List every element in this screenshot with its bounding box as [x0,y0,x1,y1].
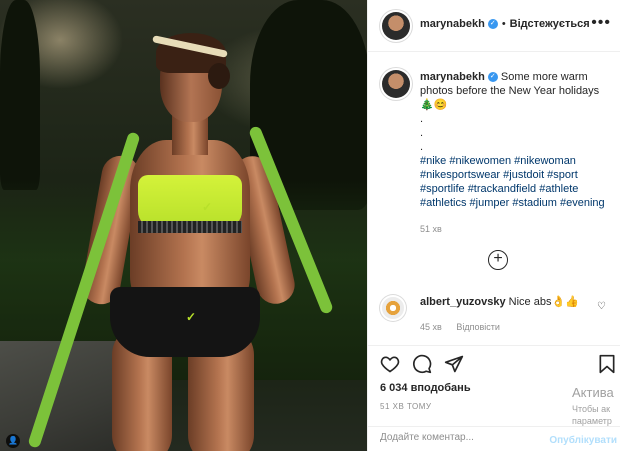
likes-count[interactable]: 6 034 вподобань [380,382,471,394]
watermark-title: Актива [572,385,614,400]
post-sidebar: marynabekh ✓ • Відстежується ••• marynabekh… [367,0,620,451]
caption-dot: . [420,127,424,139]
comment-icon[interactable] [412,354,432,379]
user-tags-icon[interactable]: 👤 [6,434,20,448]
athlete-figure: ✓ ✓ [27,25,335,451]
caption-time[interactable]: 51 хв [420,222,610,236]
header-username[interactable]: marynabekh [420,18,485,30]
post-timestamp[interactable]: 51 ХВ ТОМУ [380,402,432,411]
avatar[interactable] [382,12,410,40]
activation-watermark: Актива Чтобы ак параметр [572,385,614,427]
caption-dot: . [420,113,424,125]
watermark-line: Чтобы ак [572,404,611,414]
plus-circle-icon[interactable]: + [488,250,508,270]
share-icon[interactable] [444,354,464,379]
background-tree [0,0,40,190]
comment-item: albert_yuzovsky Nice abs👌👍 45 хв Відпові… [420,295,610,332]
comment-time[interactable]: 45 хв [420,322,442,332]
header-line: marynabekh ✓ • Відстежується [420,18,590,30]
separator-dot: • [501,18,506,30]
caption-avatar[interactable] [382,70,410,98]
comment-meta: 45 хв Відповісти [420,322,610,332]
commenter-avatar[interactable] [382,297,404,319]
sports-bra-band [138,221,242,233]
caption-hashtags[interactable]: #nike #nikewomen #nikewoman #nikesportsw… [420,154,610,210]
post-photo[interactable]: ✓ ✓ 👤 [0,0,367,451]
like-icon[interactable] [380,354,400,379]
post-header: marynabekh ✓ • Відстежується ••• [368,0,620,52]
swoosh-logo: ✓ [202,200,213,214]
comment-like-icon[interactable]: ♡ [597,301,606,312]
verified-icon: ✓ [487,19,498,30]
caption-username[interactable]: marynabekh [420,71,485,83]
swoosh-logo: ✓ [186,310,197,324]
verified-icon: ✓ [487,72,498,83]
watermark-line: параметр [572,416,612,426]
reply-button[interactable]: Відповісти [456,322,500,332]
caption: marynabekh ✓ Some more warm photos before… [420,70,610,236]
caption-emoji: 🎄😊 [420,99,448,111]
more-icon[interactable]: ••• [591,14,611,32]
caption-dot: . [420,141,424,153]
post-comment-button[interactable]: Опублікувати [549,435,617,446]
bookmark-icon[interactable] [598,354,616,379]
comment-username[interactable]: albert_yuzovsky [420,296,506,308]
hair-bun [208,63,230,89]
follow-status-button[interactable]: Відстежується [510,18,590,30]
comment-text: Nice abs👌👍 [508,296,579,308]
comment-composer: Опублікувати [368,426,620,451]
shorts [110,287,260,357]
comment-input[interactable] [380,432,540,443]
